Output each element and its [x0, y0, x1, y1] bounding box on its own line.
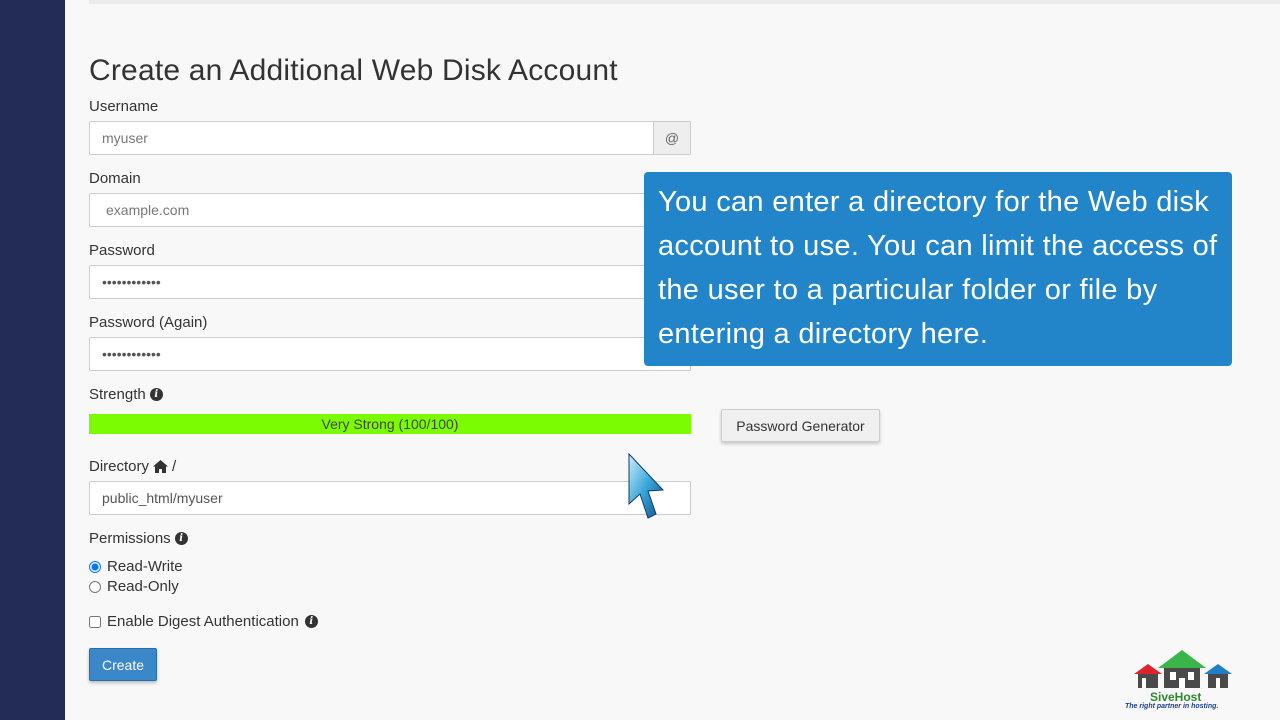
at-sign-addon: @	[653, 121, 691, 155]
logo-tagline: The right partner in hosting.	[1125, 703, 1219, 710]
strength-label: Strength i	[89, 386, 163, 403]
radio-read-write[interactable]: Read-Write	[89, 558, 183, 575]
logo-name: SiveHost	[1150, 690, 1202, 704]
info-icon[interactable]: i	[149, 388, 163, 401]
username-label: Username	[89, 98, 159, 115]
read-only-radio[interactable]	[89, 580, 101, 593]
info-icon[interactable]: i	[304, 615, 318, 628]
strength-meter: Very Strong (100/100)	[89, 414, 691, 434]
username-input[interactable]	[89, 121, 654, 155]
password-input[interactable]	[89, 265, 691, 299]
password-again-label: Password (Again)	[89, 314, 208, 331]
password-generator-button[interactable]: Password Generator	[721, 409, 880, 442]
mouse-cursor-icon	[628, 452, 665, 519]
directory-label: Directory /	[89, 458, 177, 475]
create-button[interactable]: Create	[89, 648, 157, 681]
domain-label: Domain	[89, 170, 141, 187]
password-label: Password	[89, 242, 155, 259]
digest-auth-row[interactable]: Enable Digest Authentication i	[89, 613, 318, 630]
tooltip-callout: You can enter a directory for the Web di…	[644, 172, 1232, 366]
read-write-radio[interactable]	[89, 560, 101, 573]
left-sidebar	[0, 0, 65, 720]
directory-input[interactable]	[89, 481, 691, 515]
info-icon[interactable]: i	[174, 532, 188, 545]
radio-read-only[interactable]: Read-Only	[89, 578, 179, 595]
home-icon	[153, 460, 169, 473]
password-again-input[interactable]	[89, 337, 691, 371]
digest-auth-checkbox[interactable]	[89, 615, 101, 628]
domain-input[interactable]	[89, 193, 691, 227]
permissions-label: Permissions i	[89, 530, 188, 547]
top-divider	[89, 0, 1280, 4]
page-title: Create an Additional Web Disk Account	[89, 54, 618, 87]
